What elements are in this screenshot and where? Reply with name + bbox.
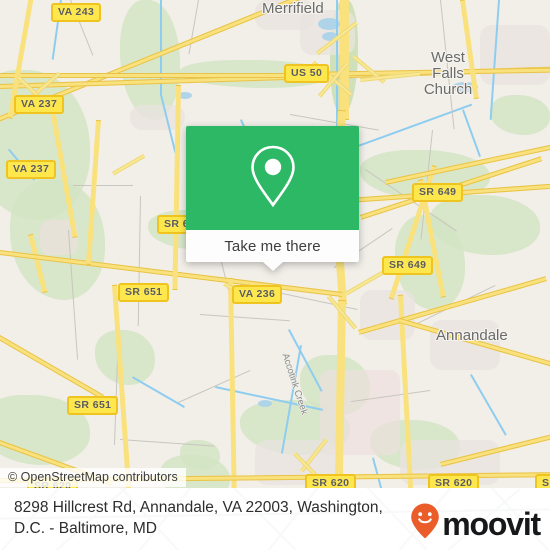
- location-popup[interactable]: Take me there: [186, 126, 359, 271]
- address-text: 8298 Hillcrest Rd, Annandale, VA 22003, …: [14, 497, 424, 539]
- minor-road: [73, 184, 133, 186]
- road-shield-va-236[interactable]: VA 236: [232, 285, 283, 304]
- road-shield-sr-651[interactable]: SR 651: [118, 283, 170, 302]
- place-label-west-falls-church: West Falls Church: [423, 49, 473, 98]
- stream: [462, 109, 481, 157]
- address-line-1: 8298 Hillcrest Rd, Annandale, VA 22003, …: [14, 499, 383, 516]
- address-line-2: D.C. - Baltimore, MD: [14, 520, 157, 537]
- road-shield-sr-649[interactable]: SR 649: [412, 183, 464, 202]
- stream: [372, 457, 384, 488]
- major-road: [112, 284, 132, 488]
- road-shield-sr-620[interactable]: SR 620: [428, 474, 480, 488]
- place-label-merrifield: Merrifield: [262, 0, 324, 17]
- screenshot-root: Merrifield West Falls Church Annandale A…: [0, 0, 550, 550]
- minor-road: [176, 370, 251, 404]
- water-body: [258, 400, 272, 407]
- footer-bar: 8298 Hillcrest Rd, Annandale, VA 22003, …: [0, 488, 550, 550]
- popup-header: [186, 126, 359, 230]
- road-shield-va-243[interactable]: VA 243: [51, 3, 102, 22]
- major-road: [0, 73, 300, 78]
- minor-road: [137, 196, 142, 327]
- stream: [470, 374, 507, 436]
- map-pin-icon: [246, 143, 300, 214]
- landuse-residential: [320, 370, 400, 455]
- minor-road: [188, 0, 200, 55]
- major-road: [334, 300, 346, 488]
- road-shield-sr-620[interactable]: SR 620: [305, 474, 357, 488]
- major-road: [0, 335, 104, 400]
- road-shield-sr-649[interactable]: SR 649: [382, 256, 434, 275]
- map-canvas[interactable]: Merrifield West Falls Church Annandale A…: [0, 0, 550, 488]
- place-label-annandale: Annandale: [436, 327, 508, 344]
- ramp: [112, 154, 146, 176]
- moovit-wordmark: moovit: [442, 505, 541, 542]
- landuse-green: [490, 95, 550, 135]
- road-shield-va-237[interactable]: VA 237: [14, 95, 65, 114]
- take-me-there-button[interactable]: Take me there: [186, 230, 359, 271]
- road-shield-va-237[interactable]: VA 237: [6, 160, 57, 179]
- road-shield-sr-651[interactable]: SR 651: [67, 396, 119, 415]
- landuse-urban: [480, 25, 550, 85]
- osm-attribution[interactable]: © OpenStreetMap contributors: [0, 468, 186, 487]
- major-road: [228, 277, 237, 488]
- minor-road: [200, 313, 290, 322]
- moovit-logo[interactable]: moovit: [410, 502, 541, 545]
- road-shield-us-50[interactable]: US 50: [284, 64, 330, 83]
- road-shield-sr[interactable]: SR: [535, 474, 550, 488]
- landuse-green: [95, 330, 155, 385]
- major-road: [340, 0, 349, 120]
- moovit-smiley-pin-icon: [410, 502, 440, 545]
- take-me-there-label: Take me there: [224, 237, 321, 255]
- popup-tail: [262, 262, 283, 271]
